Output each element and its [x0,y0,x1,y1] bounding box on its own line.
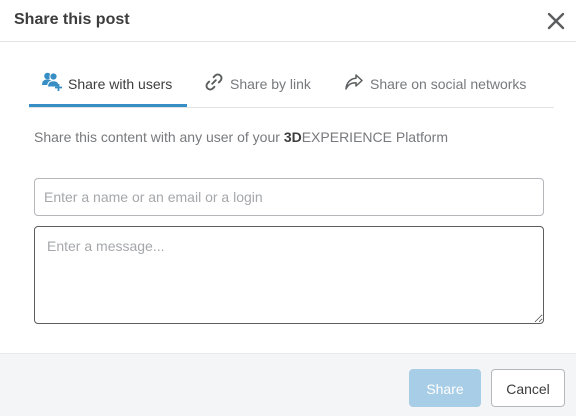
close-button[interactable] [546,11,566,31]
tab-share-with-users[interactable]: Share with users [29,63,187,107]
close-icon [547,12,565,30]
description-text: Share this content with any user of your [34,129,284,145]
dialog-footer: Share Cancel [0,353,576,416]
add-user-icon [42,71,64,96]
brand-bold: 3D [283,129,302,145]
message-input[interactable] [34,226,544,324]
share-description: Share this content with any user of your… [34,129,448,145]
tab-share-on-social-networks-label: Share on social networks [370,76,527,92]
share-arrow-icon [344,73,364,94]
dialog-header: Share this post [0,0,576,42]
tab-share-by-link[interactable]: Share by link [199,63,329,107]
tab-share-on-social-networks[interactable]: Share on social networks [339,63,554,107]
share-button[interactable]: Share [409,369,481,407]
dialog-title: Share this post [14,11,130,28]
share-dialog: Share this post Share with users Share b… [0,0,576,416]
recipient-input[interactable] [34,178,544,216]
link-icon [204,72,224,95]
brand-rest: EXPERIENCE Platform [301,129,448,145]
share-tabs: Share with users Share by link Share on … [29,63,554,108]
tab-share-with-users-label: Share with users [68,76,173,92]
tab-share-by-link-label: Share by link [230,76,311,92]
cancel-button[interactable]: Cancel [491,369,565,407]
